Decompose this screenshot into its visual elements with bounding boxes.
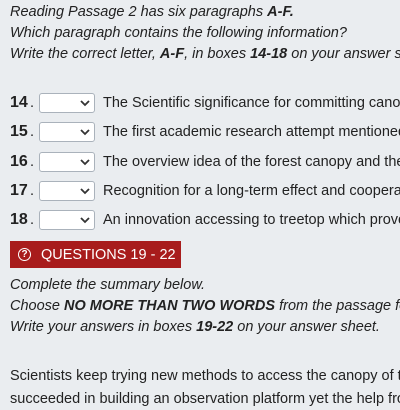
passage-line-1: Scientists keep trying new methods to ac… (10, 368, 400, 384)
question-row-17: 17 . Recognition for a long-term effect … (10, 179, 400, 203)
question-row-16: 16 . The overview idea of the forest can… (10, 150, 400, 174)
question-number: 17 (10, 182, 28, 199)
answer-select-17[interactable] (39, 181, 95, 201)
question-row-18: 18 . An innovation accessing to treetop … (10, 208, 400, 232)
summary-instruction-3: Write your answers in boxes 19-22 on you… (10, 319, 380, 335)
answer-select-18[interactable] (39, 210, 95, 230)
question-text: The overview idea of the forest canopy a… (103, 154, 400, 170)
question-dot: . (30, 212, 35, 228)
questions-section-bar[interactable]: ? QUESTIONS 19 - 22 (10, 241, 181, 268)
section-bar-label: QUESTIONS 19 - 22 (41, 246, 176, 263)
question-number: 18 (10, 211, 28, 228)
chevron-down-icon (80, 188, 90, 195)
question-dot: . (30, 124, 35, 140)
instruction-line-1: Reading Passage 2 has six paragraphs A-F… (10, 4, 294, 20)
question-text: Recognition for a long-term effect and c… (103, 183, 400, 199)
answer-select-15[interactable] (39, 122, 95, 142)
chevron-down-icon (80, 100, 90, 107)
question-circle-icon: ? (18, 248, 31, 261)
question-text: An innovation accessing to treetop which… (103, 212, 400, 228)
question-dot: . (30, 183, 35, 199)
question-dot: . (30, 154, 35, 170)
summary-instruction-1: Complete the summary below. (10, 277, 206, 293)
chevron-down-icon (80, 217, 90, 224)
answer-select-16[interactable] (39, 152, 95, 172)
answer-select-14[interactable] (39, 93, 95, 113)
question-dot: . (30, 95, 35, 111)
instruction-line-2: Which paragraph contains the following i… (10, 25, 347, 41)
summary-instruction-2: Choose NO MORE THAN TWO WORDS from the p… (10, 298, 400, 314)
question-number: 15 (10, 123, 28, 140)
question-text: The first academic research attempt ment… (103, 124, 400, 140)
question-row-14: 14 . The Scientific significance for com… (10, 91, 400, 115)
question-row-15: 15 . The first academic research attempt… (10, 120, 400, 144)
chevron-down-icon (80, 129, 90, 136)
chevron-down-icon (80, 159, 90, 166)
instruction-line-3: Write the correct letter, A-F, in boxes … (10, 46, 400, 62)
question-number: 14 (10, 94, 28, 111)
question-text: The Scientific significance for committi… (103, 95, 400, 111)
question-number: 16 (10, 153, 28, 170)
